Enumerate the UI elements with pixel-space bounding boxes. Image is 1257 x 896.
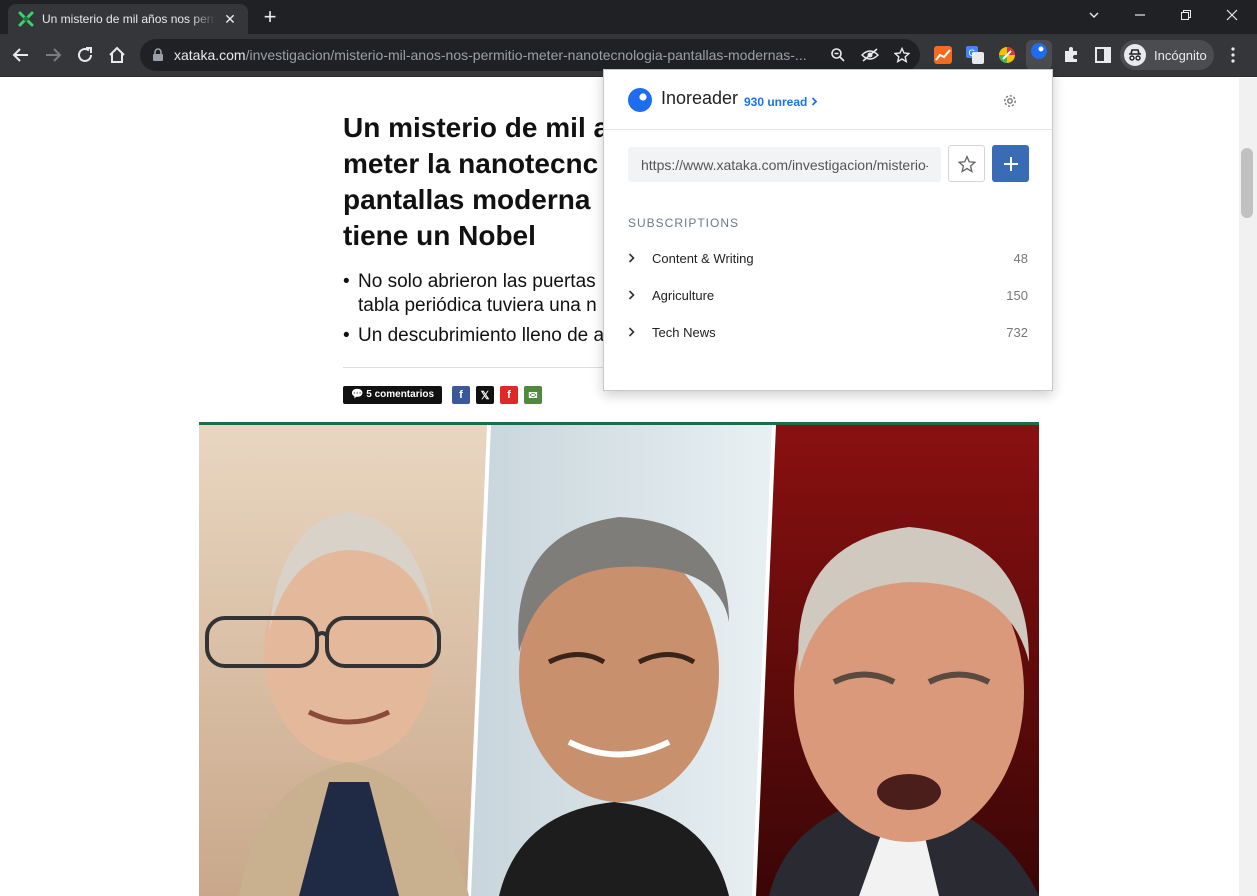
inoreader-extension-button[interactable] (1026, 40, 1052, 70)
incognito-icon (1124, 44, 1146, 66)
comments-label: 5 comentarios (366, 389, 435, 400)
chevron-right-icon[interactable] (628, 290, 652, 300)
comments-icon: 💬 (351, 389, 364, 400)
inoreader-icon (1031, 43, 1047, 59)
forward-arrow-icon (46, 48, 62, 62)
star-icon (957, 154, 976, 173)
subscription-name: Tech News (652, 324, 716, 340)
lock-icon[interactable] (152, 48, 164, 62)
side-panel-icon[interactable] (1092, 44, 1114, 66)
settings-gear-icon[interactable] (1003, 94, 1017, 108)
subscription-folder-row[interactable]: Content & Writing 48 (628, 243, 1028, 273)
xataka-favicon-icon (18, 11, 34, 27)
subscription-name: Agriculture (652, 287, 715, 303)
close-window-button[interactable] (1209, 0, 1255, 30)
extensions-puzzle-icon[interactable] (1060, 44, 1082, 66)
share-email-button[interactable]: ✉ (524, 386, 542, 404)
share-flipboard-button[interactable]: f (500, 386, 518, 404)
address-bar[interactable]: xataka.com/investigacion/misterio-mil-an… (140, 39, 920, 71)
popup-title: Inoreader (661, 88, 739, 108)
popup-header: Inoreader 930 unread (604, 70, 1052, 130)
bookmark-star-icon[interactable] (892, 45, 912, 65)
tab-title: Un misterio de mil años nos permitió met… (42, 12, 216, 26)
url-host: xataka.com (174, 47, 246, 63)
tab-search-icon[interactable] (1071, 0, 1117, 30)
portraits-image (199, 422, 1039, 896)
subscription-name: Content & Writing (652, 250, 754, 266)
subscription-count: 732 (1006, 324, 1028, 340)
tab-strip: Un misterio de mil años nos permitió met… (0, 0, 1257, 34)
unread-count: 930 unread (744, 95, 808, 109)
url-path: /investigacion/misterio-mil-anos-nos-per… (245, 47, 807, 63)
subscriptions-heading: SUBSCRIPTIONS (628, 216, 740, 230)
star-button[interactable] (948, 145, 985, 182)
browser-tab[interactable]: Un misterio de mil años nos permitió met… (8, 4, 248, 34)
reload-icon (78, 47, 92, 62)
svg-text:G: G (969, 48, 976, 58)
comments-button[interactable]: 💬 5 comentarios (343, 386, 443, 404)
browser-menu-icon[interactable] (1222, 44, 1244, 66)
incognito-profile-button[interactable]: Incógnito (1120, 40, 1214, 70)
plus-icon (1003, 156, 1018, 171)
back-arrow-icon (12, 48, 28, 62)
url-text[interactable]: xataka.com/investigacion/misterio-mil-an… (174, 47, 824, 63)
subscription-folder-row[interactable]: Tech News 732 (628, 317, 1028, 347)
share-x-button[interactable]: 𝕏 (476, 386, 494, 404)
new-tab-button[interactable]: + (258, 6, 282, 30)
home-button[interactable] (104, 42, 130, 68)
scrollbar-thumb[interactable] (1241, 148, 1253, 218)
unread-link[interactable]: 930 unread (744, 95, 818, 109)
profile-label: Incógnito (1154, 47, 1207, 63)
article-hero-photo (199, 422, 1039, 896)
chevron-right-icon[interactable] (628, 327, 652, 337)
translate-extension-icon[interactable]: G (964, 44, 986, 66)
home-icon (109, 46, 125, 63)
subscription-count: 150 (1006, 287, 1028, 303)
subscription-folder-row[interactable]: Agriculture 150 (628, 280, 1028, 310)
feed-url-input[interactable] (628, 147, 941, 182)
reload-button[interactable] (72, 42, 98, 68)
chart-extension-icon[interactable] (932, 44, 954, 66)
subscription-count: 48 (1013, 250, 1028, 266)
chevron-right-icon (811, 97, 817, 106)
forward-button[interactable] (40, 42, 66, 68)
tracking-blocked-eye-icon[interactable] (860, 45, 880, 65)
chevron-right-icon[interactable] (628, 253, 652, 263)
inoreader-popup: Inoreader 930 unread SUBSCRIPTIONS Conte… (603, 69, 1053, 391)
tab-close-icon[interactable]: ✕ (222, 11, 238, 28)
back-button[interactable] (8, 42, 34, 68)
zoom-icon[interactable] (828, 45, 848, 65)
inoreader-logo-icon (628, 88, 652, 112)
subscribe-add-button[interactable] (992, 145, 1029, 182)
color-extension-icon[interactable] (996, 44, 1018, 66)
divider (343, 367, 605, 368)
share-facebook-button[interactable]: f (452, 386, 470, 404)
minimize-button[interactable] (1117, 0, 1163, 30)
restore-button[interactable] (1163, 0, 1209, 30)
